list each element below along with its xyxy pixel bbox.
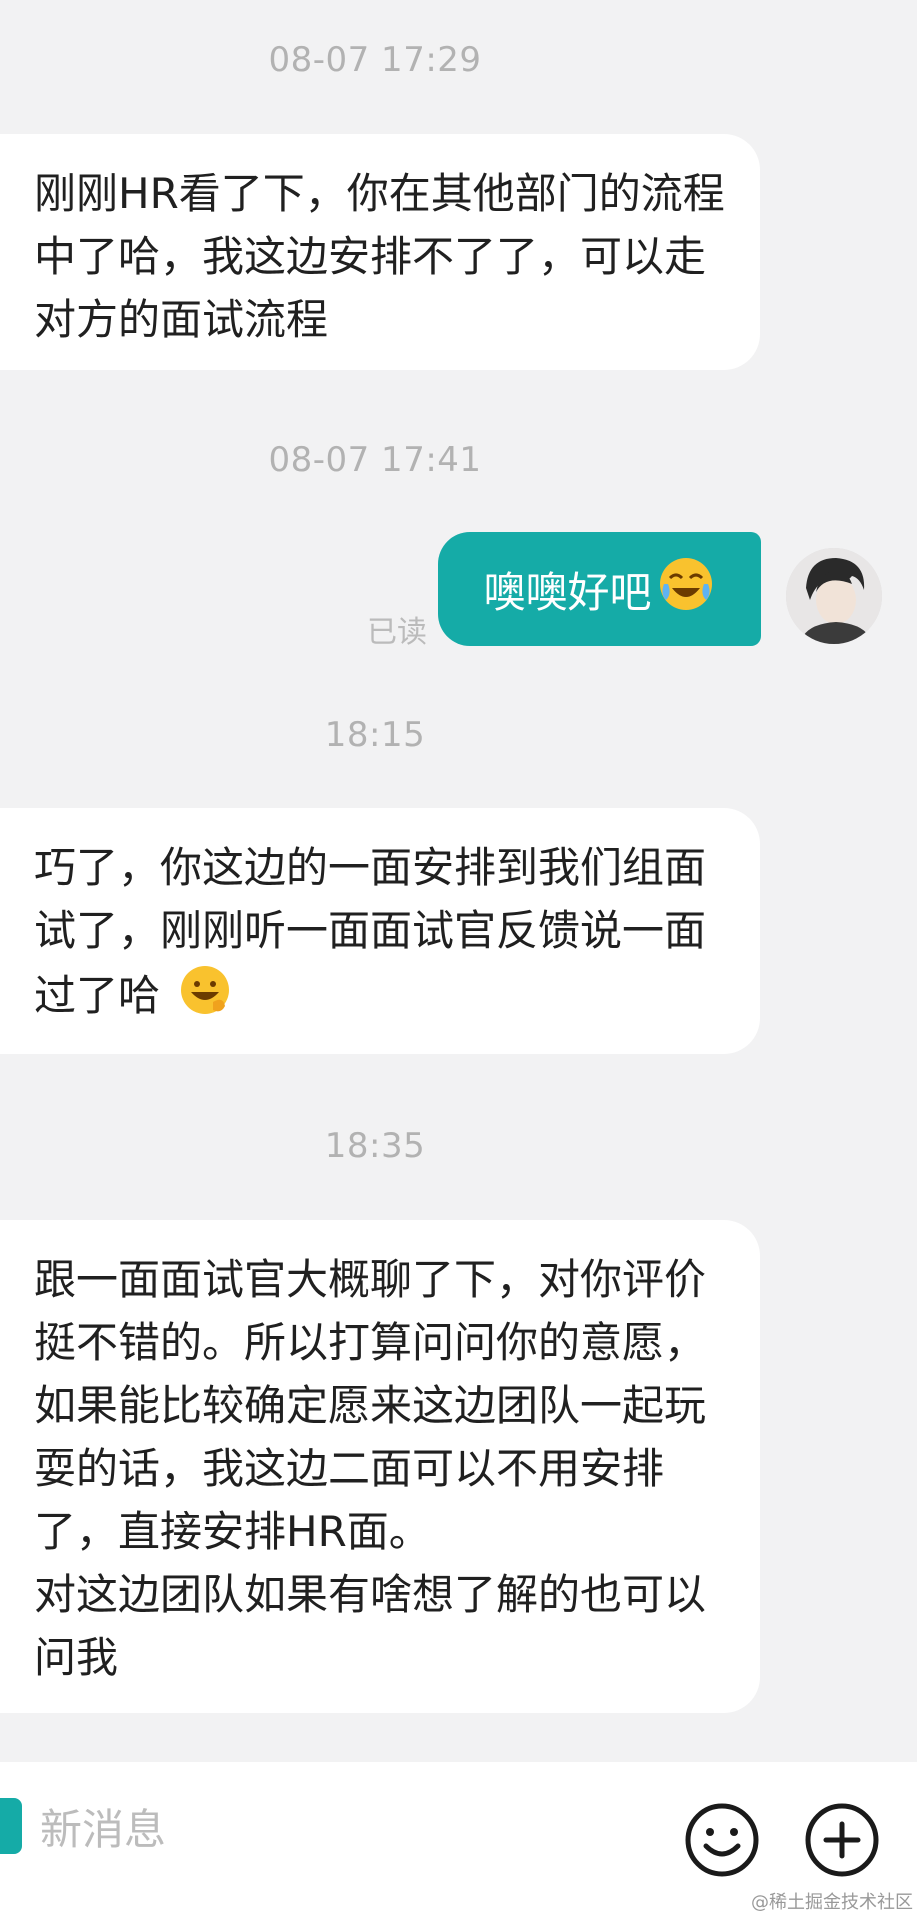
avatar[interactable] (786, 548, 882, 644)
incoming-message[interactable]: 跟一面面试官大概聊了下，对你评价挺不错的。所以打算问问你的意愿，如果能比较确定愿… (0, 1220, 760, 1713)
timestamp: 18:15 (324, 715, 426, 755)
message-text: 刚刚HR看了下，你在其他部门的流程中了哈，我这边安排不了了，可以走对方的面试流程 (34, 169, 725, 344)
outgoing-message[interactable]: 噢噢好吧 (438, 532, 761, 646)
message-text: 对这边团队如果有啥想了解的也可以问我 (34, 1570, 707, 1682)
incoming-message[interactable]: 巧了，你这边的一面安排到我们组面试了，刚刚听一面面试官反馈说一面过了哈 (0, 808, 760, 1054)
message-input[interactable] (38, 1788, 642, 1870)
watermark: @稀土掘金技术社区 (751, 1892, 913, 1913)
timestamp: 08-07 17:41 (268, 440, 482, 480)
incoming-message[interactable]: 刚刚HR看了下，你在其他部门的流程中了哈，我这边安排不了了，可以走对方的面试流程 (0, 134, 760, 370)
smiley-icon[interactable] (682, 1800, 762, 1880)
input-accent (0, 1798, 22, 1854)
crying-laughing-emoji-icon (656, 554, 716, 624)
message-text: 噢噢好吧 (483, 567, 652, 617)
message-text: 跟一面面试官大概聊了下，对你评价挺不错的。所以打算问问你的意愿，如果能比较确定愿… (34, 1255, 707, 1556)
message-input-bar: @稀土掘金技术社区 (0, 1762, 917, 1918)
timestamp: 18:35 (324, 1126, 426, 1166)
read-status: 已读 (367, 615, 427, 650)
message-text: 巧了，你这边的一面安排到我们组面试了，刚刚听一面面试官反馈说一面过了哈 (34, 843, 707, 1020)
plus-circle-icon[interactable] (802, 1800, 882, 1880)
timestamp: 08-07 17:29 (268, 40, 482, 80)
happy-face-emoji-icon (177, 962, 233, 1035)
